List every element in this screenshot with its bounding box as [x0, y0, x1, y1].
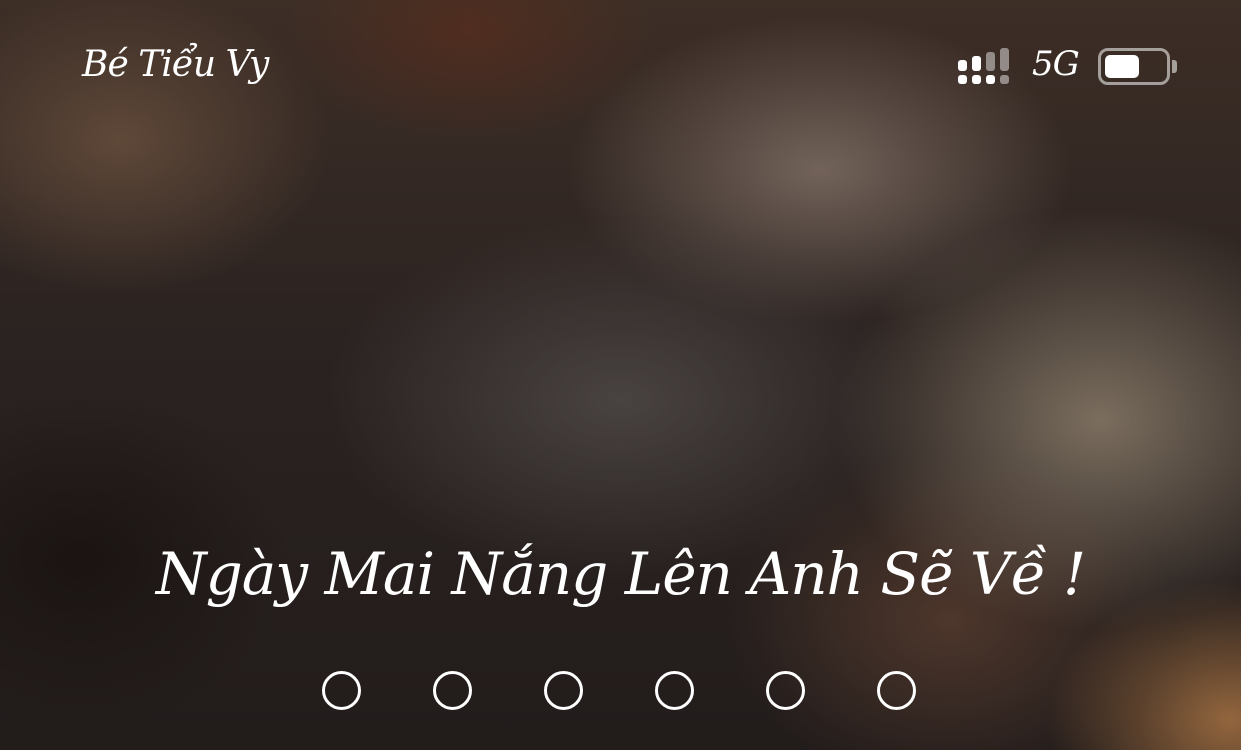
cellular-signal-icon [958, 48, 1010, 86]
carrier-name: Bé Tiểu Vy [82, 44, 269, 85]
battery-icon [1098, 48, 1170, 85]
passcode-dot [877, 671, 916, 710]
battery-tip [1172, 60, 1177, 73]
network-type: 5G [1032, 44, 1080, 84]
status-bar: Bé Tiểu Vy 5G [0, 0, 1241, 140]
passcode-dot [322, 671, 361, 710]
passcode-dot [544, 671, 583, 710]
battery-level-fill [1105, 55, 1139, 78]
passcode-dot [766, 671, 805, 710]
passcode-dots [322, 671, 922, 713]
passcode-dot [433, 671, 472, 710]
passcode-dot [655, 671, 694, 710]
lock-screen-message: Ngày Mai Nắng Lên Anh Sẽ Về ! [155, 540, 1086, 608]
